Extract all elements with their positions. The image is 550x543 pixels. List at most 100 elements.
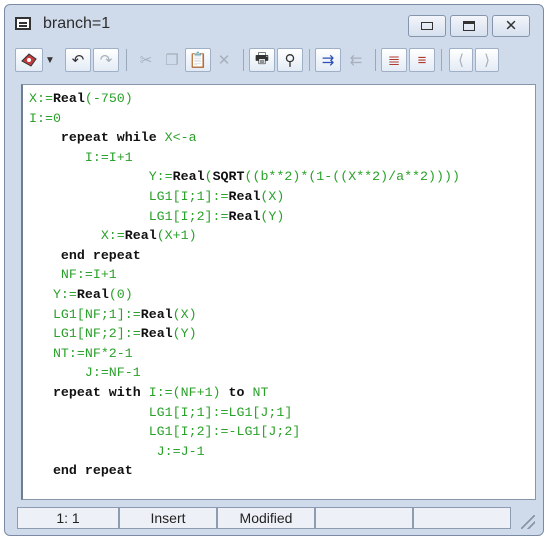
copy-icon: ❐	[165, 52, 179, 69]
window-menu-icon[interactable]	[15, 17, 31, 30]
code-token: (-750)	[84, 91, 133, 106]
code-line[interactable]: I:=I+1	[29, 148, 133, 167]
status-pane-empty	[315, 507, 413, 529]
paint-dropdown[interactable]: ▼	[43, 48, 57, 72]
title-bar[interactable]: branch=1 ✕	[5, 5, 543, 43]
dropdown-arrow-icon: ▼	[45, 54, 55, 66]
code-line[interactable]: LG1[NF;1]:=Real(X)	[29, 305, 197, 324]
code-line[interactable]: LG1[I;1]:=Real(X)	[29, 187, 285, 206]
paste-button[interactable]: 📋	[185, 48, 211, 72]
code-line[interactable]: repeat while X<-a	[29, 128, 197, 147]
code-line[interactable]: NF:=I+1	[29, 265, 117, 284]
window-title: branch=1	[43, 15, 111, 32]
delete-icon: ✕	[217, 52, 231, 69]
code-line[interactable]: X:=Real(X+1)	[29, 226, 197, 245]
indent-icon: ⇉	[321, 52, 335, 69]
code-line[interactable]: J:=J-1	[29, 442, 205, 461]
cursor-position: 1: 1	[17, 507, 119, 529]
unindent-icon: ⇇	[349, 52, 363, 69]
maximize-button[interactable]	[450, 15, 488, 37]
code-token: I:=I+1	[84, 149, 133, 165]
code-token: NF:=I+1	[60, 267, 117, 283]
paint-button[interactable]	[15, 48, 43, 72]
code-line[interactable]: LG1[I;2]:=-LG1[J;2]	[29, 422, 301, 441]
undo-button[interactable]: ↶	[65, 48, 91, 72]
redo-button[interactable]: ↷	[93, 48, 119, 72]
uncomment-button[interactable]: ≡	[409, 48, 435, 72]
indent-button[interactable]: ⇉	[315, 48, 341, 72]
code-editor[interactable]: X:=Real(-750) I:=0 repeat while X<-a I:=I…	[21, 84, 536, 500]
find-replace-button[interactable]: ⚲	[277, 48, 303, 72]
code-line[interactable]: LG1[I;2]:=Real(Y)	[29, 207, 285, 226]
code-line[interactable]: repeat with I:=(NF+1) to NT	[29, 383, 268, 402]
code-line[interactable]: Y:=Real(0)	[29, 285, 133, 304]
code-keyword: end repeat	[60, 247, 141, 263]
comment-icon: ≣	[387, 52, 401, 69]
code-token: LG1[NF;2]:=	[52, 326, 141, 342]
bracket-right-button[interactable]: ⟩	[475, 48, 499, 72]
resize-grip-icon[interactable]	[521, 515, 535, 529]
bracket-left-button[interactable]: ⟨	[449, 48, 473, 72]
minimize-button[interactable]	[408, 15, 446, 37]
close-button[interactable]: ✕	[492, 15, 530, 37]
paint-icon	[21, 53, 37, 67]
code-token: LG1[I;2]:=	[148, 208, 229, 224]
code-keyword: Real	[140, 306, 173, 322]
code-token: I:=(NF+1)	[148, 385, 221, 400]
code-token: NT	[252, 385, 269, 400]
cut-button[interactable]: ✂	[133, 48, 159, 72]
code-line[interactable]: NT:=NF*2-1	[29, 344, 133, 363]
delete-button[interactable]: ✕	[211, 48, 237, 72]
code-line[interactable]: X:=Real(-750)	[29, 89, 133, 108]
code-token: (	[204, 169, 213, 185]
maximize-icon	[463, 21, 475, 31]
code-keyword: repeat while	[60, 130, 165, 146]
comment-button[interactable]: ≣	[381, 48, 407, 72]
status-bar: 1: 1 Insert Modified	[17, 507, 537, 531]
code-line[interactable]: end repeat	[29, 246, 141, 265]
code-line[interactable]: LG1[I;1]:=LG1[J;1]	[29, 403, 293, 422]
code-line[interactable]: end repeat	[29, 461, 133, 480]
code-token: X:=	[100, 228, 125, 244]
code-keyword: Real	[172, 169, 205, 185]
code-keyword: Real	[124, 228, 157, 244]
code-keyword: Real	[228, 208, 261, 224]
code-line[interactable]: LG1[NF;2]:=Real(Y)	[29, 324, 197, 343]
uncomment-icon: ≡	[417, 51, 427, 69]
status-pane-empty	[413, 507, 511, 529]
copy-button[interactable]: ❐	[159, 48, 185, 72]
code-token: LG1[NF;1]:=	[52, 306, 141, 322]
print-icon: 🖶	[254, 49, 270, 67]
print-button[interactable]: 🖶	[249, 48, 275, 72]
code-token: ((b**2)*(1-((X**2)/a**2))))	[244, 169, 460, 185]
toolbar-separator	[441, 49, 442, 71]
code-keyword: Real	[228, 189, 261, 204]
code-line[interactable]: I:=0	[29, 109, 61, 128]
code-keyword: SQRT	[212, 169, 245, 185]
code-line[interactable]: J:=NF-1	[29, 363, 141, 382]
unindent-button[interactable]: ⇇	[343, 48, 369, 72]
redo-icon: ↷	[99, 52, 113, 69]
toolbar-separator	[309, 49, 310, 71]
editor-window: branch=1 ✕ ▼ ↶ ↷ ✂ ❐ 📋 ✕ 🖶 ⚲ ⇉ ⇇ ≣ ≡ ⟨ ⟩…	[4, 4, 544, 536]
code-line[interactable]: Y:=Real(SQRT((b**2)*(1-((X**2)/a**2))))	[29, 167, 460, 186]
modified-indicator: Modified	[217, 507, 315, 529]
undo-icon: ↶	[71, 52, 85, 69]
code-token: LG1[I;1]:=LG1[J;1]	[148, 404, 293, 420]
code-keyword: Real	[52, 91, 85, 106]
code-token: J:=J-1	[156, 443, 205, 459]
